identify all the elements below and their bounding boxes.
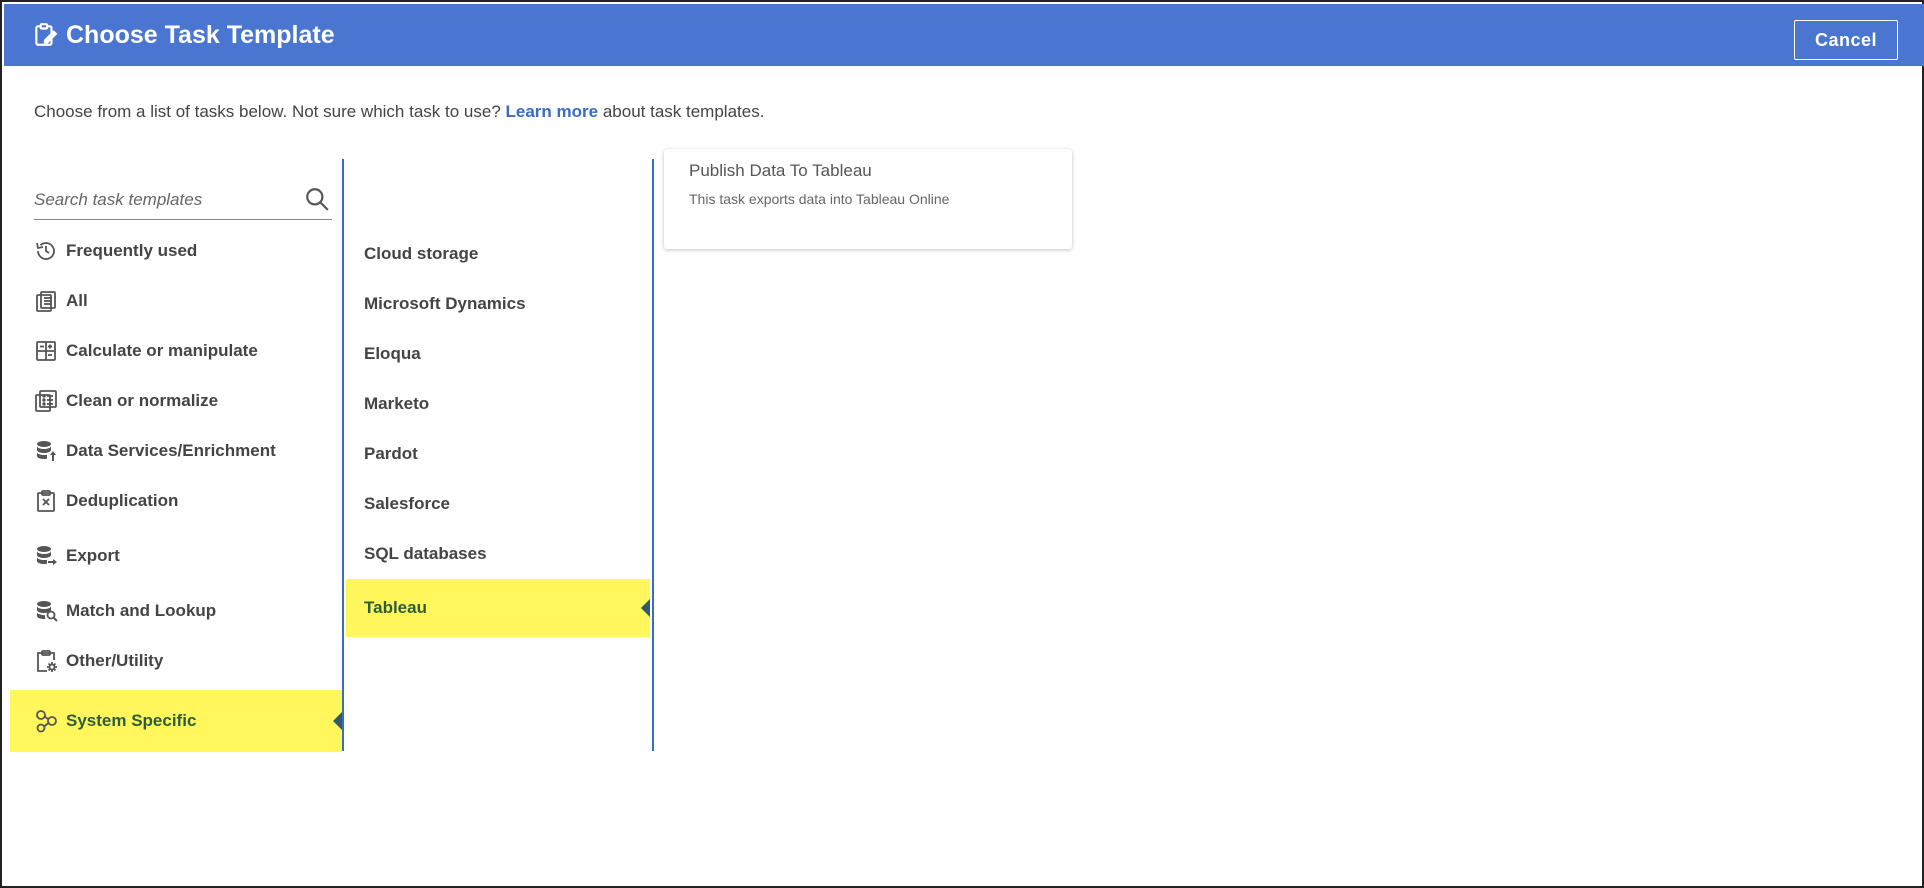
category-label: Clean or normalize <box>66 391 219 410</box>
system-label: Cloud storage <box>364 244 479 263</box>
dialog-frame: Choose Task Template Cancel Choose from … <box>0 0 1924 888</box>
category-other-utility[interactable]: Other/Utility <box>10 636 342 686</box>
category-label: System Specific <box>66 711 197 730</box>
database-upload-icon <box>37 441 56 461</box>
clipboard-x-icon <box>37 490 55 512</box>
category-frequently-used[interactable]: Frequently used <box>10 226 342 276</box>
category-label: Calculate or manipulate <box>66 341 258 360</box>
cancel-button[interactable]: Cancel <box>1794 20 1898 60</box>
category-label: All <box>66 291 88 310</box>
category-match-lookup[interactable]: Match and Lookup <box>10 586 342 636</box>
clipboard-list-icon <box>36 291 56 312</box>
system-pardot[interactable]: Pardot <box>346 429 650 479</box>
column-divider <box>342 159 344 751</box>
system-eloqua[interactable]: Eloqua <box>346 329 650 379</box>
system-microsoft-dynamics[interactable]: Microsoft Dynamics <box>346 279 650 329</box>
history-icon <box>36 242 55 260</box>
system-label: Salesforce <box>364 494 450 513</box>
learn-more-link[interactable]: Learn more <box>506 102 599 121</box>
clean-list-icon <box>35 390 57 412</box>
system-label: Pardot <box>364 444 418 463</box>
system-label: Tableau <box>364 598 427 617</box>
category-list: Frequently used All Calculate or manipul… <box>10 226 342 752</box>
system-tableau[interactable]: Tableau <box>346 579 650 637</box>
intro-after: about task templates. <box>602 102 765 121</box>
system-marketo[interactable]: Marketo <box>346 379 650 429</box>
column-divider <box>652 159 654 751</box>
template-title: Publish Data To Tableau <box>689 161 872 180</box>
category-label: Export <box>66 546 120 565</box>
category-label: Match and Lookup <box>66 601 217 620</box>
category-export[interactable]: Export <box>10 526 342 586</box>
dialog-header: Choose Task Template Cancel <box>4 4 1924 66</box>
system-label: Marketo <box>364 394 430 413</box>
category-label: Data Services/Enrichment <box>66 441 276 460</box>
nodes-icon <box>36 710 57 733</box>
system-salesforce[interactable]: Salesforce <box>346 479 650 529</box>
intro-text: Choose from a list of tasks below. Not s… <box>34 102 764 122</box>
category-label: Frequently used <box>66 241 198 260</box>
system-label: Eloqua <box>364 344 421 363</box>
system-sql-databases[interactable]: SQL databases <box>346 529 650 579</box>
search-box <box>34 180 332 220</box>
search-input[interactable] <box>34 186 294 214</box>
system-list: Cloud storage Microsoft Dynamics Eloqua … <box>346 229 650 637</box>
system-label: SQL databases <box>364 544 487 563</box>
calculator-icon <box>36 341 56 361</box>
category-data-services[interactable]: Data Services/Enrichment <box>10 426 342 476</box>
intro-before: Choose from a list of tasks below. Not s… <box>34 102 501 121</box>
dialog-title: Choose Task Template <box>32 4 335 66</box>
category-all[interactable]: All <box>10 276 342 326</box>
category-label: Other/Utility <box>66 651 164 670</box>
search-icon[interactable] <box>304 186 330 212</box>
database-search-icon <box>37 601 58 622</box>
template-description: This task exports data into Tableau Onli… <box>689 191 950 207</box>
clipboard-gear-icon <box>37 650 57 672</box>
template-card-publish-tableau[interactable]: Publish Data To Tableau This task export… <box>664 149 1072 249</box>
category-system-specific[interactable]: System Specific <box>10 690 342 752</box>
clipboard-edit-icon <box>35 23 58 46</box>
category-clean[interactable]: Clean or normalize <box>10 376 342 426</box>
database-export-icon <box>37 546 57 565</box>
system-cloud-storage[interactable]: Cloud storage <box>346 229 650 279</box>
dialog-title-text: Choose Task Template <box>66 20 335 49</box>
category-deduplication[interactable]: Deduplication <box>10 476 342 526</box>
category-label: Deduplication <box>66 491 179 510</box>
category-calculate[interactable]: Calculate or manipulate <box>10 326 342 376</box>
system-label: Microsoft Dynamics <box>364 294 526 313</box>
